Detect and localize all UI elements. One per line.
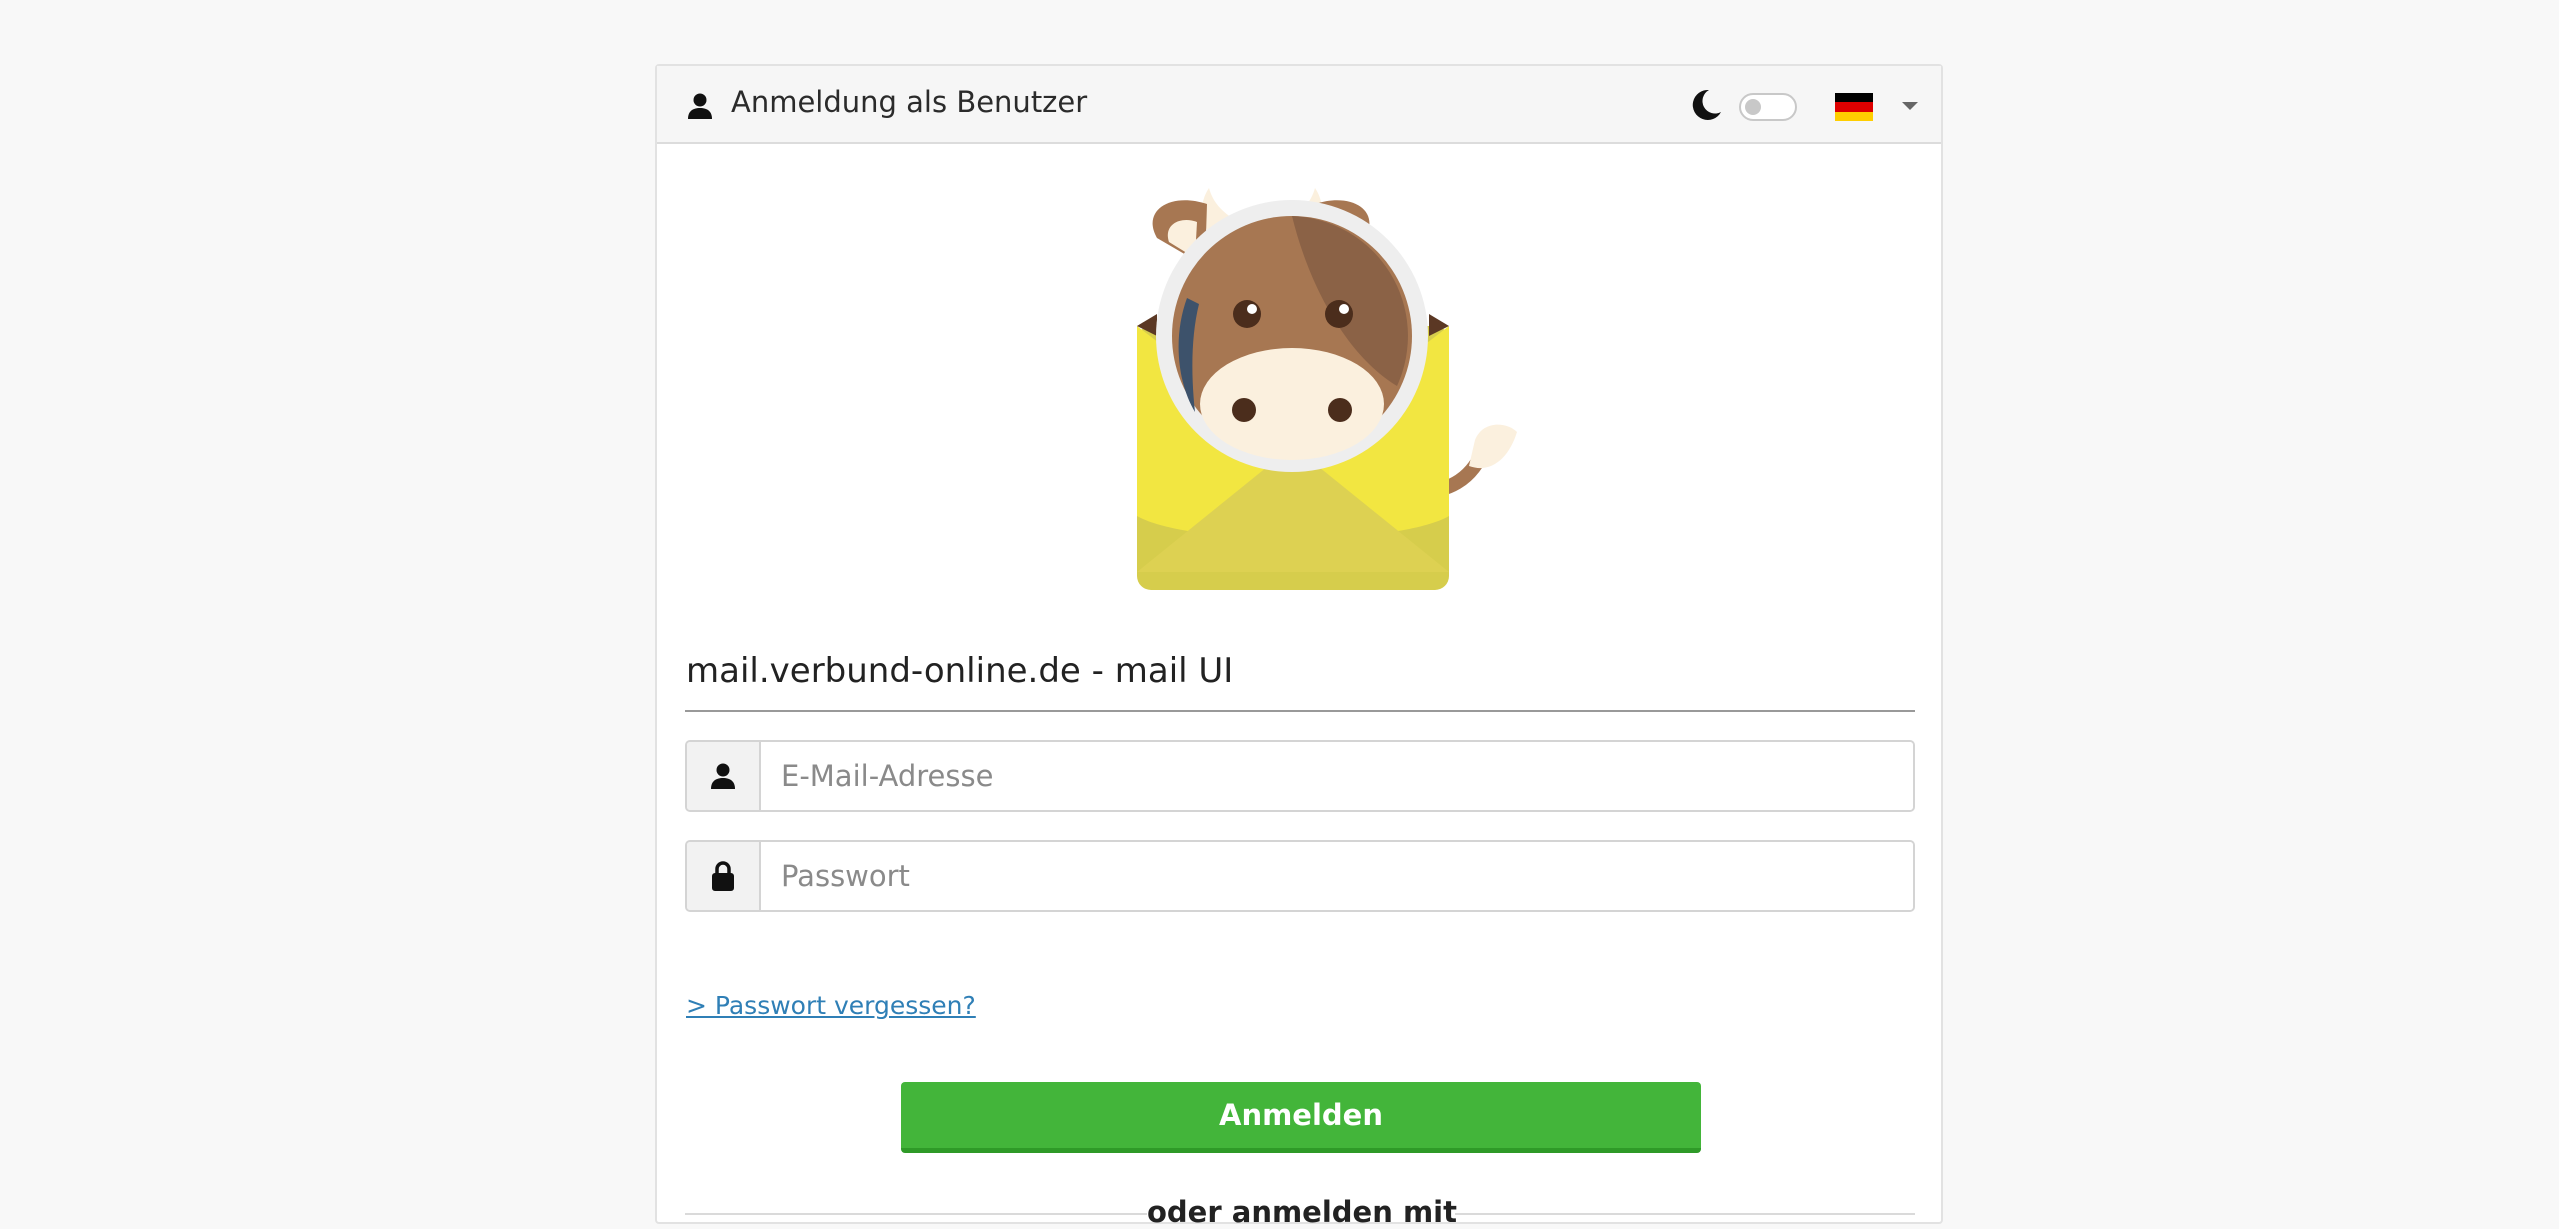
password-input-group	[685, 840, 1915, 912]
email-input-group	[685, 740, 1915, 812]
cow-mail-logo	[1137, 188, 1517, 590]
divider-line-right	[1455, 1213, 1915, 1215]
password-field[interactable]	[761, 842, 1913, 910]
chevron-down-icon	[1902, 102, 1918, 110]
language-selector[interactable]	[1835, 86, 1925, 126]
login-button[interactable]: Anmelden	[901, 1082, 1701, 1153]
page-title: Anmeldung als Benutzer	[731, 85, 1088, 119]
password-addon	[687, 842, 761, 910]
german-flag-icon	[1835, 93, 1873, 121]
login-card: Anmeldung als Benutzer mail.verbund-onli…	[655, 64, 1943, 1229]
user-icon	[711, 763, 735, 789]
lock-icon	[712, 861, 734, 891]
forgot-password-link[interactable]: > Passwort vergessen?	[686, 991, 976, 1020]
toggle-knob	[1745, 99, 1761, 115]
user-icon	[688, 93, 712, 119]
divider-line-left	[685, 1213, 1147, 1215]
login-header: Anmeldung als Benutzer	[657, 66, 1941, 144]
alternative-login-label: oder anmelden mit	[1147, 1195, 1457, 1229]
email-field[interactable]	[761, 742, 1913, 810]
title-divider	[685, 710, 1915, 712]
dark-mode-toggle[interactable]	[1739, 93, 1797, 121]
email-addon	[687, 742, 761, 810]
moon-icon[interactable]	[1689, 88, 1723, 122]
site-title: mail.verbund-online.de - mail UI	[686, 651, 1234, 691]
